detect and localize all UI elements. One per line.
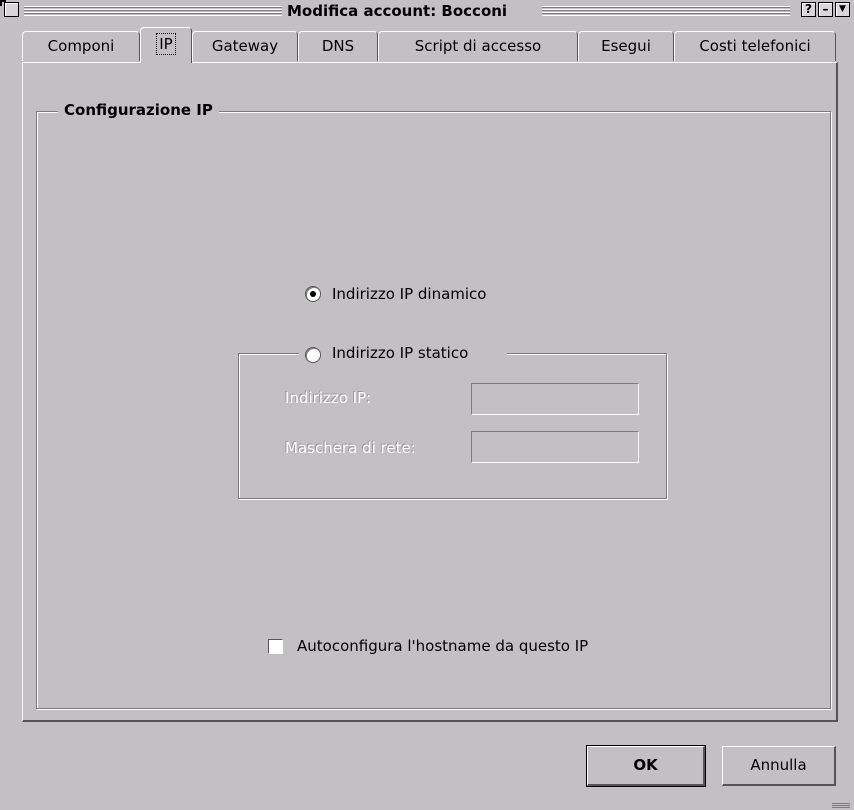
dynamic-ip-label[interactable]: Indirizzo IP dinamico xyxy=(332,285,486,303)
cancel-button[interactable]: Annulla xyxy=(722,746,836,786)
ip-address-input[interactable] xyxy=(471,383,639,415)
tab-label: Costi telefonici xyxy=(699,37,811,55)
title-groove-left xyxy=(24,5,282,16)
tab-panel: Configurazione IP Indirizzo IP dinamico … xyxy=(22,62,838,722)
title-groove-right xyxy=(542,5,790,16)
tab-componi[interactable]: Componi xyxy=(22,31,140,61)
ok-button[interactable]: OK xyxy=(586,745,706,787)
title-bar[interactable]: Modifica account: Bocconi ? – ▼ xyxy=(0,0,854,22)
tab-label: DNS xyxy=(321,37,355,55)
tab-script-di-accesso[interactable]: Script di accesso xyxy=(378,31,578,61)
dynamic-ip-radio[interactable] xyxy=(305,286,321,302)
tab-esegui[interactable]: Esegui xyxy=(578,31,674,61)
static-ip-radio[interactable] xyxy=(305,347,321,363)
static-ip-label[interactable]: Indirizzo IP statico xyxy=(332,344,469,362)
netmask-label: Maschera di rete: xyxy=(285,439,416,457)
ip-address-label: Indirizzo IP: xyxy=(285,389,372,407)
autoconf-hostname-checkbox[interactable] xyxy=(268,639,283,654)
window-options-icon[interactable]: ▼ xyxy=(835,2,850,17)
help-icon[interactable]: ? xyxy=(801,2,816,17)
tab-label: Gateway xyxy=(211,37,279,55)
tab-dns[interactable]: DNS xyxy=(298,31,378,61)
tab-label: Esegui xyxy=(601,37,651,55)
autoconf-hostname-label[interactable]: Autoconfigura l'hostname da questo IP xyxy=(297,637,588,655)
window-title: Modifica account: Bocconi xyxy=(287,2,508,20)
tab-label: Script di accesso xyxy=(414,37,542,55)
tab-ip[interactable]: IP xyxy=(140,27,192,63)
tab-costi-telefonici[interactable]: Costi telefonici xyxy=(674,31,836,61)
minimize-icon[interactable]: – xyxy=(818,2,833,17)
radio-selected-dot xyxy=(310,291,316,297)
tab-label: IP xyxy=(156,33,176,55)
resize-grip-icon[interactable] xyxy=(832,802,850,808)
ip-config-title: Configurazione IP xyxy=(58,101,219,119)
tab-gateway[interactable]: Gateway xyxy=(192,31,298,61)
static-ip-group xyxy=(238,353,667,499)
tab-label: Componi xyxy=(47,37,115,55)
window-menu-button[interactable] xyxy=(4,2,19,17)
netmask-input[interactable] xyxy=(471,431,639,463)
